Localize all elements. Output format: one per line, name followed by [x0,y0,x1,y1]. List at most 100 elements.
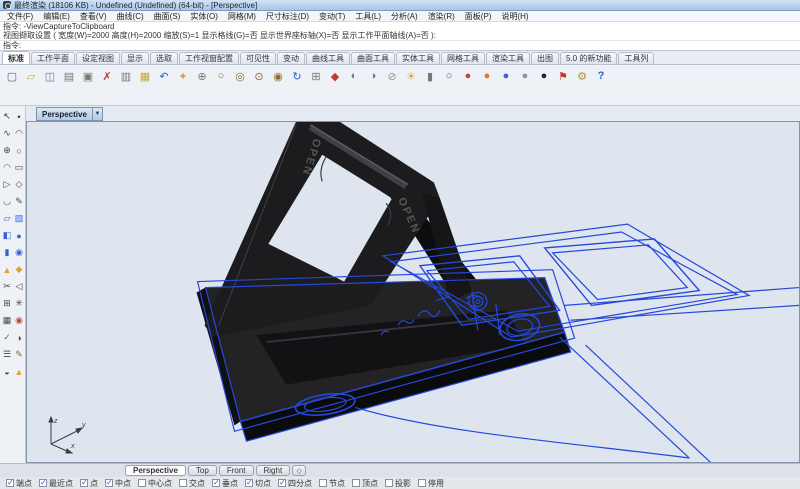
raytrace-display-icon[interactable]: ● [497,67,515,85]
viewport-tab[interactable]: Right [256,465,291,476]
rotate-view-icon[interactable]: ↻ [288,67,306,85]
osnap-toggle[interactable]: 端点 [6,478,32,489]
menu-item[interactable]: 渲染(R) [423,11,460,22]
menu-item[interactable]: 曲线(C) [112,11,149,22]
osnap-toggle[interactable]: 切点 [245,478,271,489]
delete-icon[interactable]: ✗ [98,67,116,85]
osnap-toggle[interactable]: 四分点 [278,478,312,489]
toolbar-tab[interactable]: 渲染工具 [486,52,530,64]
osnap-checkbox[interactable] [352,479,360,487]
surface-loft-icon[interactable]: ▨ [13,210,25,227]
solid-cylinder-icon[interactable]: ▮ [1,244,13,261]
osnap-toggle[interactable]: 垂点 [212,478,238,489]
analysis-tool-icon[interactable]: ✓ [1,329,13,346]
osnap-toggle[interactable]: 中心点 [138,478,172,489]
menu-item[interactable]: 尺寸标注(D) [261,11,314,22]
viewport-menu-caret-icon[interactable]: ▼ [92,108,102,120]
zoom-selected-icon[interactable]: ◉ [269,67,287,85]
toolbar-tab[interactable]: 标准 [2,51,30,64]
curve-edit-icon[interactable]: ✎ [13,193,25,210]
menu-item[interactable]: 实体(O) [185,11,223,22]
lock-icon[interactable]: ▮ [421,67,439,85]
zoom-icon[interactable]: ○ [212,67,230,85]
shaded-display-icon[interactable]: ● [459,67,477,85]
command-prompt-input[interactable]: 指令: [0,40,800,50]
osnap-checkbox[interactable] [278,479,286,487]
toolbar-tab[interactable]: 选取 [150,52,178,64]
toolbar-tab[interactable]: 曲线工具 [306,52,350,64]
new-file-icon[interactable]: ▢ [3,67,21,85]
undo-icon[interactable]: ↶ [155,67,173,85]
rectangle-tool-icon[interactable]: ▭ [13,159,25,176]
osnap-toggle[interactable]: 点 [80,478,98,489]
render-preview-icon[interactable]: ◒ [1,363,13,380]
zoom-window-icon[interactable]: ◎ [231,67,249,85]
viewport-tab[interactable]: Front [219,465,254,476]
select-arrow-icon[interactable]: ↖ [1,108,13,125]
toolbar-tab[interactable]: 变动 [277,52,305,64]
menu-item[interactable]: 曲面(S) [149,11,186,22]
paste-icon[interactable]: ▦ [136,67,154,85]
menu-item[interactable]: 说明(H) [496,11,533,22]
menu-item[interactable]: 工具(L) [350,11,386,22]
rendered-display-icon[interactable]: ● [478,67,496,85]
toolbar-tab[interactable]: 5.0 的新功能 [560,52,617,64]
osnap-toggle[interactable]: 交点 [179,478,205,489]
viewport-tab[interactable]: Perspective [125,465,186,476]
osnap-checkbox[interactable] [319,479,327,487]
menu-item[interactable]: 分析(A) [386,11,423,22]
menu-item[interactable]: 变动(T) [314,11,350,22]
offset-curve-icon[interactable]: ◡ [1,193,13,210]
toolbar-tab[interactable]: 网格工具 [441,52,485,64]
ghosted-display-icon[interactable]: ● [516,67,534,85]
osnap-toggle[interactable]: 顶点 [352,478,378,489]
lamp-icon[interactable]: ☀ [402,67,420,85]
polygon-tool-icon[interactable]: ◇ [13,176,25,193]
polyline-tool-icon[interactable]: ▷ [1,176,13,193]
menu-item[interactable]: 面板(P) [460,11,497,22]
visibility-tool-icon[interactable]: ◑ [13,329,25,346]
menu-item[interactable]: 网格(M) [223,11,261,22]
record-icon[interactable]: ◑ [364,67,382,85]
solid-cone-icon[interactable]: ▲ [13,363,25,380]
move-icon[interactable]: ⊕ [193,67,211,85]
osnap-toggle[interactable]: 停用 [418,478,444,489]
boolean-union-icon[interactable]: ◉ [13,244,25,261]
osnap-checkbox[interactable] [138,479,146,487]
wireframe-display-icon[interactable]: ○ [440,67,458,85]
osnap-toggle[interactable]: 中点 [105,478,131,489]
fillet-edge-icon[interactable]: ◆ [13,261,25,278]
osnap-checkbox[interactable] [80,479,88,487]
osnap-toggle[interactable]: 最近点 [39,478,73,489]
zoom-extents-icon[interactable]: ⊙ [250,67,268,85]
surface-plane-icon[interactable]: ▱ [1,210,13,227]
osnap-checkbox[interactable] [6,479,14,487]
curve-freeform-icon[interactable]: ∿ [1,125,13,142]
menu-item[interactable]: 编辑(E) [38,11,75,22]
gumball-toggle-icon[interactable]: ◉ [13,312,25,329]
layers-grid-icon[interactable]: ⊞ [307,67,325,85]
title-bar[interactable]: 最终渲染 (18106 KB) - Undefined (Undefined) … [0,0,800,11]
osnap-toggle[interactable]: 节点 [319,478,345,489]
arc-tool-icon[interactable]: ◠ [1,159,13,176]
capture-view-icon[interactable]: ▣ [79,67,97,85]
menu-item[interactable]: 文件(F) [2,11,38,22]
trim-tool-icon[interactable]: ✂ [1,278,13,295]
circle-tangent-icon[interactable]: ○ [13,142,25,159]
viewport-title-tab[interactable]: Perspective ▼ [36,107,103,121]
osnap-checkbox[interactable] [179,479,187,487]
toolbar-tab[interactable]: 实体工具 [396,52,440,64]
solid-sphere-icon[interactable]: ● [13,227,25,244]
viewport-tab[interactable]: Top [188,465,217,476]
osnap-checkbox[interactable] [105,479,113,487]
solid-box-icon[interactable]: ◧ [1,227,13,244]
material-icon[interactable]: ◆ [326,67,344,85]
osnap-checkbox[interactable] [418,479,426,487]
toolbar-tab[interactable]: 出图 [531,52,559,64]
disable-icon[interactable]: ⊘ [383,67,401,85]
extrude-curve-icon[interactable]: ▲ [1,261,13,278]
toolbar-tab[interactable]: 显示 [121,52,149,64]
pan-hand-icon[interactable]: ✦ [174,67,192,85]
osnap-checkbox[interactable] [212,479,220,487]
toolbar-tab[interactable]: 工作平面 [31,52,75,64]
